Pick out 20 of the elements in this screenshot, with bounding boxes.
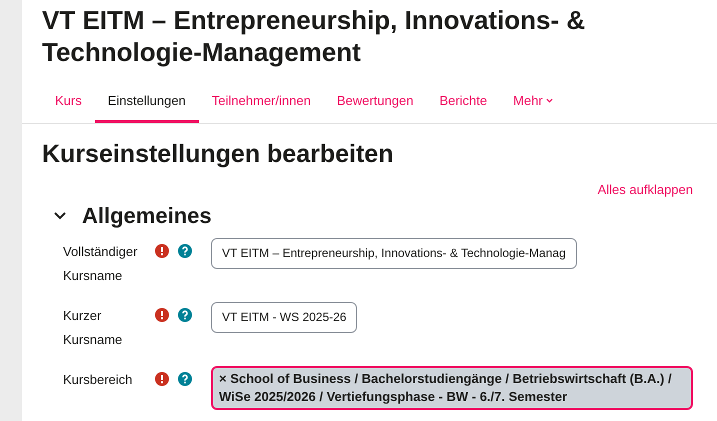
expand-all-link[interactable]: Alles aufklappen bbox=[598, 180, 693, 200]
page-heading: Kurseinstellungen bearbeiten bbox=[41, 139, 394, 170]
help-icon[interactable] bbox=[178, 308, 192, 322]
field-label: Kurzer Kursname bbox=[63, 306, 124, 348]
help-icon[interactable] bbox=[178, 372, 192, 386]
help-icon[interactable] bbox=[178, 244, 192, 258]
nav-tab[interactable]: Berichte bbox=[426, 78, 500, 123]
field-label: Vollständiger Kursname bbox=[63, 242, 138, 284]
nav-tab[interactable]: Kurs bbox=[42, 78, 95, 123]
text-field[interactable]: VT EITM - WS 2025-26 bbox=[211, 302, 358, 332]
nav-tab[interactable]: Bewertungen bbox=[324, 78, 426, 123]
field-label: Kursbereich bbox=[63, 370, 134, 388]
caret-icon[interactable] bbox=[546, 97, 553, 104]
course-title: VT EITM – Entrepreneurship, Innovations- & Technologie-Management bbox=[41, 4, 586, 68]
text-field[interactable]: VT EITM – Entrepreneurship, Innovations- & Technologie-Manag bbox=[211, 238, 577, 268]
nav-tab[interactable]: Mehr bbox=[500, 78, 566, 123]
selected-category-chip[interactable]: × School of Business / Bachelorstudiengänge / Betriebswirtschaft (B.A.) / WiSe 2025/2026 / Vertiefungsphase - BW - 6./7. Semester bbox=[211, 366, 693, 410]
nav-tab[interactable]: Teilnehmer/innen bbox=[198, 78, 324, 123]
nav-tab[interactable]: Einstellungen bbox=[94, 78, 199, 123]
section-title: Allgemeines bbox=[82, 202, 212, 230]
